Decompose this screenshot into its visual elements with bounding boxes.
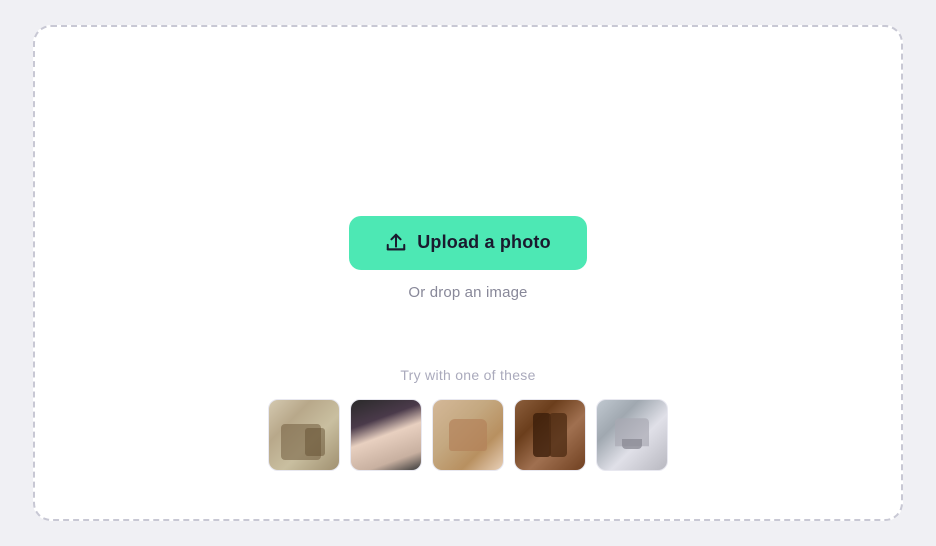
drop-hint-text: Or drop an image bbox=[408, 284, 527, 301]
upload-button[interactable]: Upload a photo bbox=[349, 216, 587, 270]
drop-zone[interactable]: Upload a photo Or drop an image Try with… bbox=[33, 25, 903, 521]
sample-image-5[interactable] bbox=[596, 399, 668, 471]
sample-image-1[interactable] bbox=[268, 399, 340, 471]
sample-images-row bbox=[268, 399, 668, 471]
sample-image-2[interactable] bbox=[350, 399, 422, 471]
upload-icon bbox=[385, 232, 407, 254]
sample-image-3[interactable] bbox=[432, 399, 504, 471]
try-label: Try with one of these bbox=[400, 367, 535, 383]
sample-image-4[interactable] bbox=[514, 399, 586, 471]
try-section: Try with one of these bbox=[35, 367, 901, 471]
upload-button-label: Upload a photo bbox=[417, 232, 551, 253]
upload-area: Upload a photo Or drop an image bbox=[349, 216, 587, 301]
